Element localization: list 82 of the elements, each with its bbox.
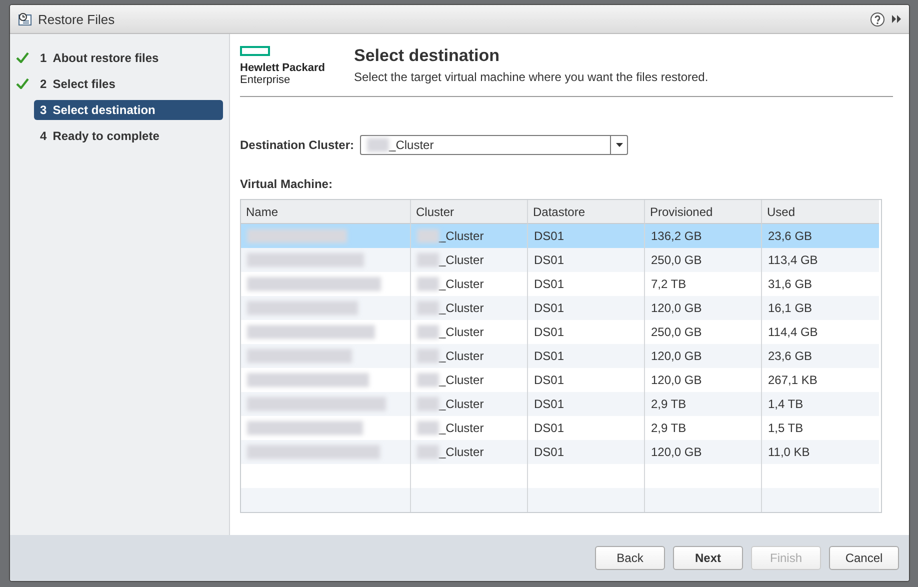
cell-text: 114,4 GB — [768, 325, 818, 339]
cell-text: 120,0 GB — [651, 349, 702, 363]
cell-text: DS01 — [534, 397, 564, 411]
window-title: Restore Files — [38, 12, 116, 26]
cell-text: _Cluster — [439, 421, 484, 435]
cell-text: 7,2 TB — [651, 277, 686, 291]
column-header[interactable]: Name — [241, 200, 411, 224]
cell-text: 16,1 GB — [768, 301, 812, 315]
cell-text: _Cluster — [439, 445, 484, 459]
column-header[interactable]: Used — [762, 200, 879, 224]
logo-text: Enterprise — [240, 74, 292, 86]
table-cell[interactable] — [241, 224, 411, 248]
field-label: Destination Cluster: — [240, 138, 354, 152]
wizard-button[interactable]: Back — [595, 546, 665, 570]
redacted-block — [417, 277, 439, 291]
restore-icon — [18, 12, 32, 26]
redacted-block — [417, 325, 439, 339]
redacted-block — [417, 253, 439, 267]
table-cell[interactable] — [241, 392, 411, 416]
page-title: Select destination — [354, 46, 500, 66]
cell-text: DS01 — [534, 277, 564, 291]
cell-text: DS01 — [534, 373, 564, 387]
cell-text: 1,5 TB — [768, 421, 804, 435]
redacted-block — [417, 397, 439, 411]
cell-text: DS01 — [534, 421, 564, 435]
cell-text: 113,4 GB — [768, 253, 818, 267]
cell-text: 250,0 GB — [651, 325, 702, 339]
cell-text: _Cluster — [439, 301, 484, 315]
cell-text: DS01 — [534, 445, 564, 459]
cell-text: 120,0 GB — [651, 373, 702, 387]
cell-text: DS01 — [534, 229, 564, 243]
cell-text: 120,0 GB — [651, 445, 702, 459]
cell-text: _Cluster — [439, 229, 484, 243]
wizard-button[interactable]: Cancel — [829, 546, 899, 570]
logo-text: Hewlett Packard — [240, 62, 326, 74]
wizard-step[interactable]: 2 Select files — [34, 74, 223, 94]
expand-icon[interactable] — [891, 14, 903, 24]
cell-text: 136,2 GB — [651, 229, 702, 243]
column-header[interactable]: Cluster — [411, 200, 528, 224]
help-icon[interactable] — [870, 12, 885, 26]
cell-text: 31,6 GB — [768, 277, 812, 291]
cell-text: 2,9 TB — [651, 397, 686, 411]
cell-text: 23,6 GB — [768, 229, 812, 243]
redacted-block — [367, 138, 390, 152]
cell-text: 1,4 TB — [768, 397, 804, 411]
column-header[interactable]: Datastore — [528, 200, 645, 224]
redacted-block — [417, 229, 439, 243]
cell-text: _Cluster — [439, 373, 484, 387]
cell-text: _Cluster — [439, 397, 484, 411]
redacted-block — [417, 445, 439, 459]
wizard-step[interactable]: 3 Select destination — [34, 100, 223, 120]
wizard-step[interactable]: 1 About restore files — [34, 48, 223, 68]
cell-text: 267,1 KB — [768, 373, 818, 387]
cell-text: DS01 — [534, 325, 564, 339]
cell-text: _Cluster — [439, 253, 484, 267]
cell-text: 250,0 GB — [651, 253, 702, 267]
cell-text: 11,0 KB — [768, 445, 810, 459]
cell-text: 120,0 GB — [651, 301, 702, 315]
logo-rectangle-icon — [240, 46, 270, 56]
redacted-block — [417, 349, 439, 363]
column-header[interactable]: Provisioned — [645, 200, 762, 224]
wizard-step[interactable]: 4 Ready to complete — [34, 126, 223, 146]
table-cell[interactable] — [241, 248, 411, 272]
cell-text: DS01 — [534, 301, 564, 315]
page-subtitle: Select the target virtual machine where you want the files restored. — [354, 70, 708, 84]
cell-text: DS01 — [534, 253, 564, 267]
redacted-block — [417, 373, 439, 387]
redacted-block — [417, 421, 439, 435]
cell-text: 2,9 TB — [651, 421, 686, 435]
table-cell[interactable] — [241, 440, 411, 464]
redacted-block — [417, 301, 439, 315]
table-label: Virtual Machine: — [240, 177, 334, 191]
cell-text: DS01 — [534, 349, 564, 363]
table-cell[interactable] — [241, 296, 411, 320]
cell-text: 23,6 GB — [768, 349, 812, 363]
table-cell[interactable] — [241, 344, 411, 368]
wizard-button[interactable]: Next — [673, 546, 743, 570]
cluster-dropdown[interactable]: _Cluster — [360, 135, 628, 155]
cell-text: _Cluster — [439, 277, 484, 291]
caret-icon — [616, 143, 623, 147]
cell-text: _Cluster — [439, 349, 484, 363]
cell-text: _Cluster — [439, 325, 484, 339]
